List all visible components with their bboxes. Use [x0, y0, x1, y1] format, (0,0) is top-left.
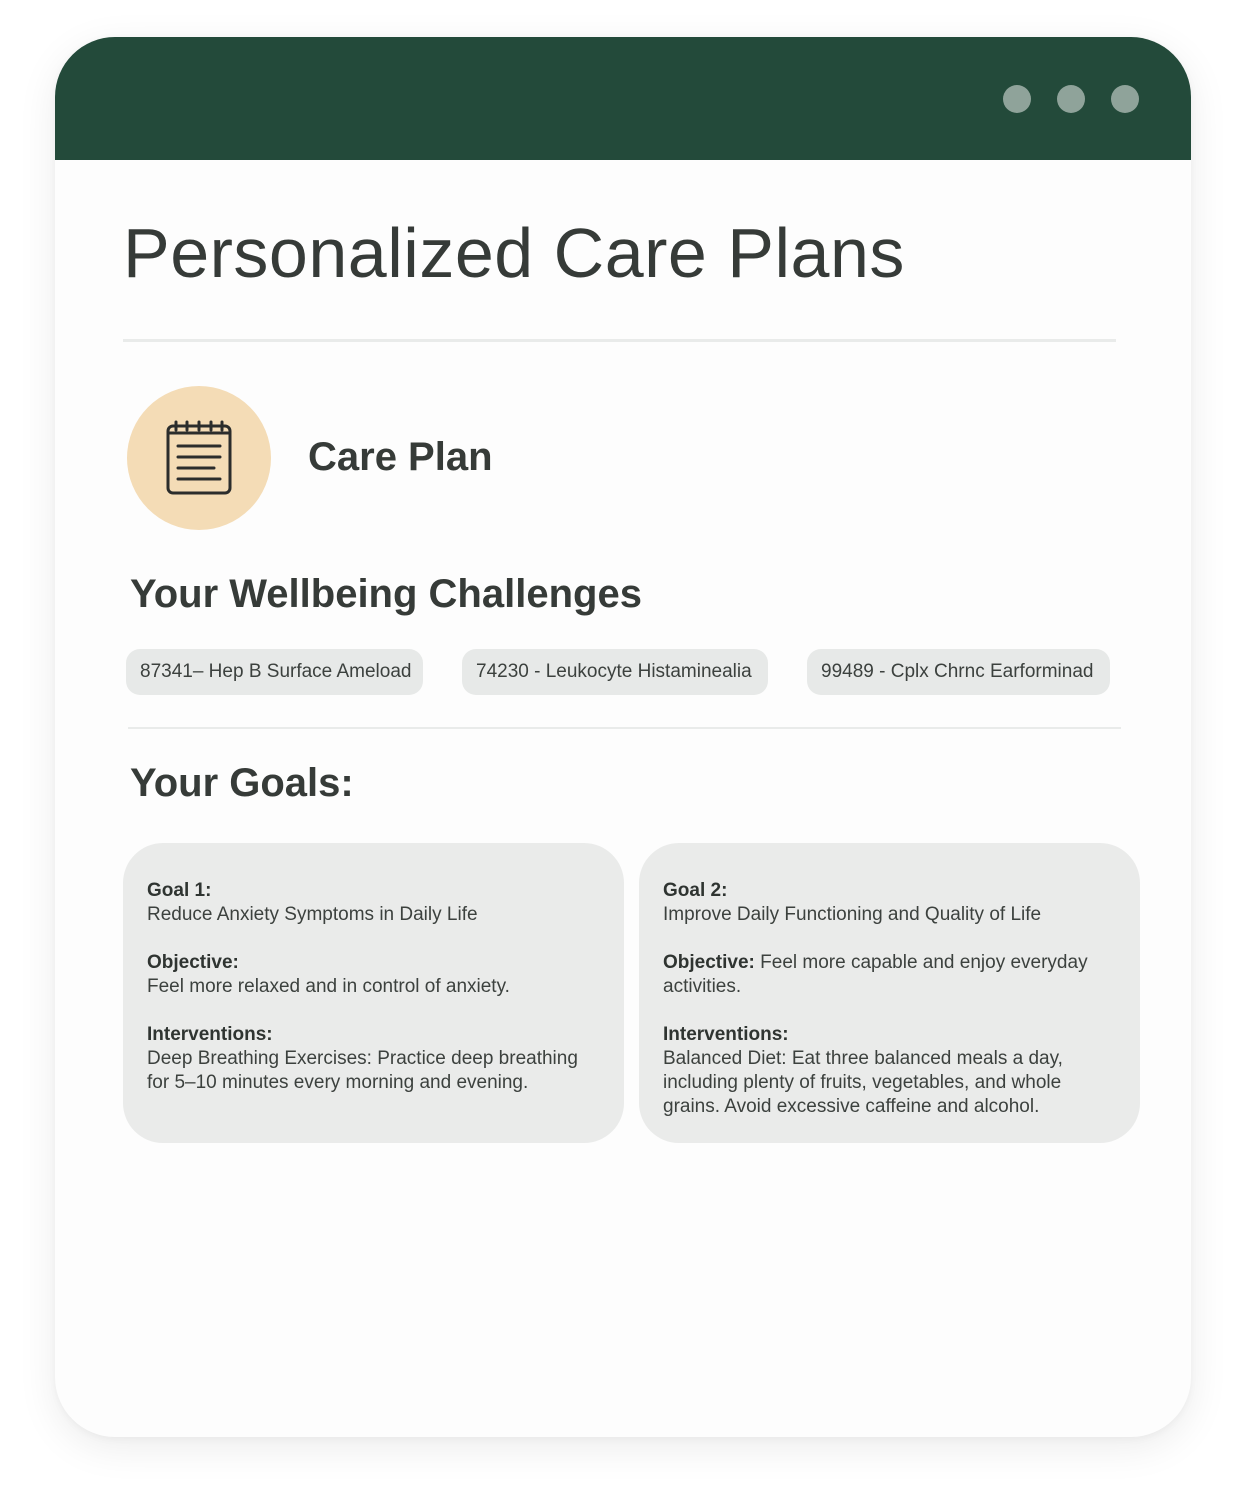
care-plan-avatar: [127, 386, 271, 530]
goal-card[interactable]: Goal 2: Improve Daily Functioning and Qu…: [639, 843, 1140, 1143]
challenge-chip[interactable]: 99489 - Cplx Chrnc Earforminad: [807, 649, 1110, 695]
interventions-label: Interventions:: [147, 1024, 273, 1045]
section-divider: [128, 727, 1121, 729]
interventions-text: Deep Breathing Exercises: Practice deep …: [147, 1048, 578, 1093]
page-title: Personalized Care Plans: [123, 214, 905, 292]
notepad-icon: [166, 420, 232, 495]
goals-heading: Your Goals:: [130, 761, 354, 805]
interventions-text: Balanced Diet: Eat three balanced meals …: [663, 1048, 1063, 1117]
interventions-label: Interventions:: [663, 1024, 789, 1045]
objective-label: Objective:: [147, 952, 239, 973]
challenge-chip[interactable]: 87341– Hep B Surface Ameload: [126, 649, 423, 695]
goal-title: Goal 2: Improve Daily Functioning and Qu…: [663, 879, 1116, 927]
goal-card[interactable]: Goal 1: Reduce Anxiety Symptoms in Daily…: [123, 843, 624, 1143]
goal-objective: Objective: Feel more relaxed and in cont…: [147, 951, 600, 999]
objective-text: Feel more relaxed and in control of anxi…: [147, 976, 510, 997]
goal-interventions: Interventions: Balanced Diet: Eat three …: [663, 1023, 1116, 1119]
goal-text: Improve Daily Functioning and Quality of…: [663, 904, 1042, 925]
window-control-dot[interactable]: [1057, 85, 1085, 113]
challenge-chip[interactable]: 74230 - Leukocyte Histaminealia: [462, 649, 768, 695]
app-window: Personalized Care Plans Care Plan Your W…: [55, 37, 1191, 1437]
goal-text: Reduce Anxiety Symptoms in Daily Life: [147, 904, 478, 925]
window-control-dot[interactable]: [1003, 85, 1031, 113]
window-control-dot[interactable]: [1111, 85, 1139, 113]
window-titlebar: [55, 37, 1191, 160]
goal-label: Goal 1:: [147, 880, 212, 901]
goal-objective: Objective: Feel more capable and enjoy e…: [663, 951, 1116, 999]
goal-interventions: Interventions: Deep Breathing Exercises:…: [147, 1023, 600, 1095]
care-plan-label: Care Plan: [308, 435, 493, 479]
goal-title: Goal 1: Reduce Anxiety Symptoms in Daily…: [147, 879, 600, 927]
title-divider: [123, 339, 1116, 342]
challenges-heading: Your Wellbeing Challenges: [130, 572, 642, 616]
goal-label: Goal 2:: [663, 880, 728, 901]
objective-label: Objective:: [663, 952, 755, 973]
